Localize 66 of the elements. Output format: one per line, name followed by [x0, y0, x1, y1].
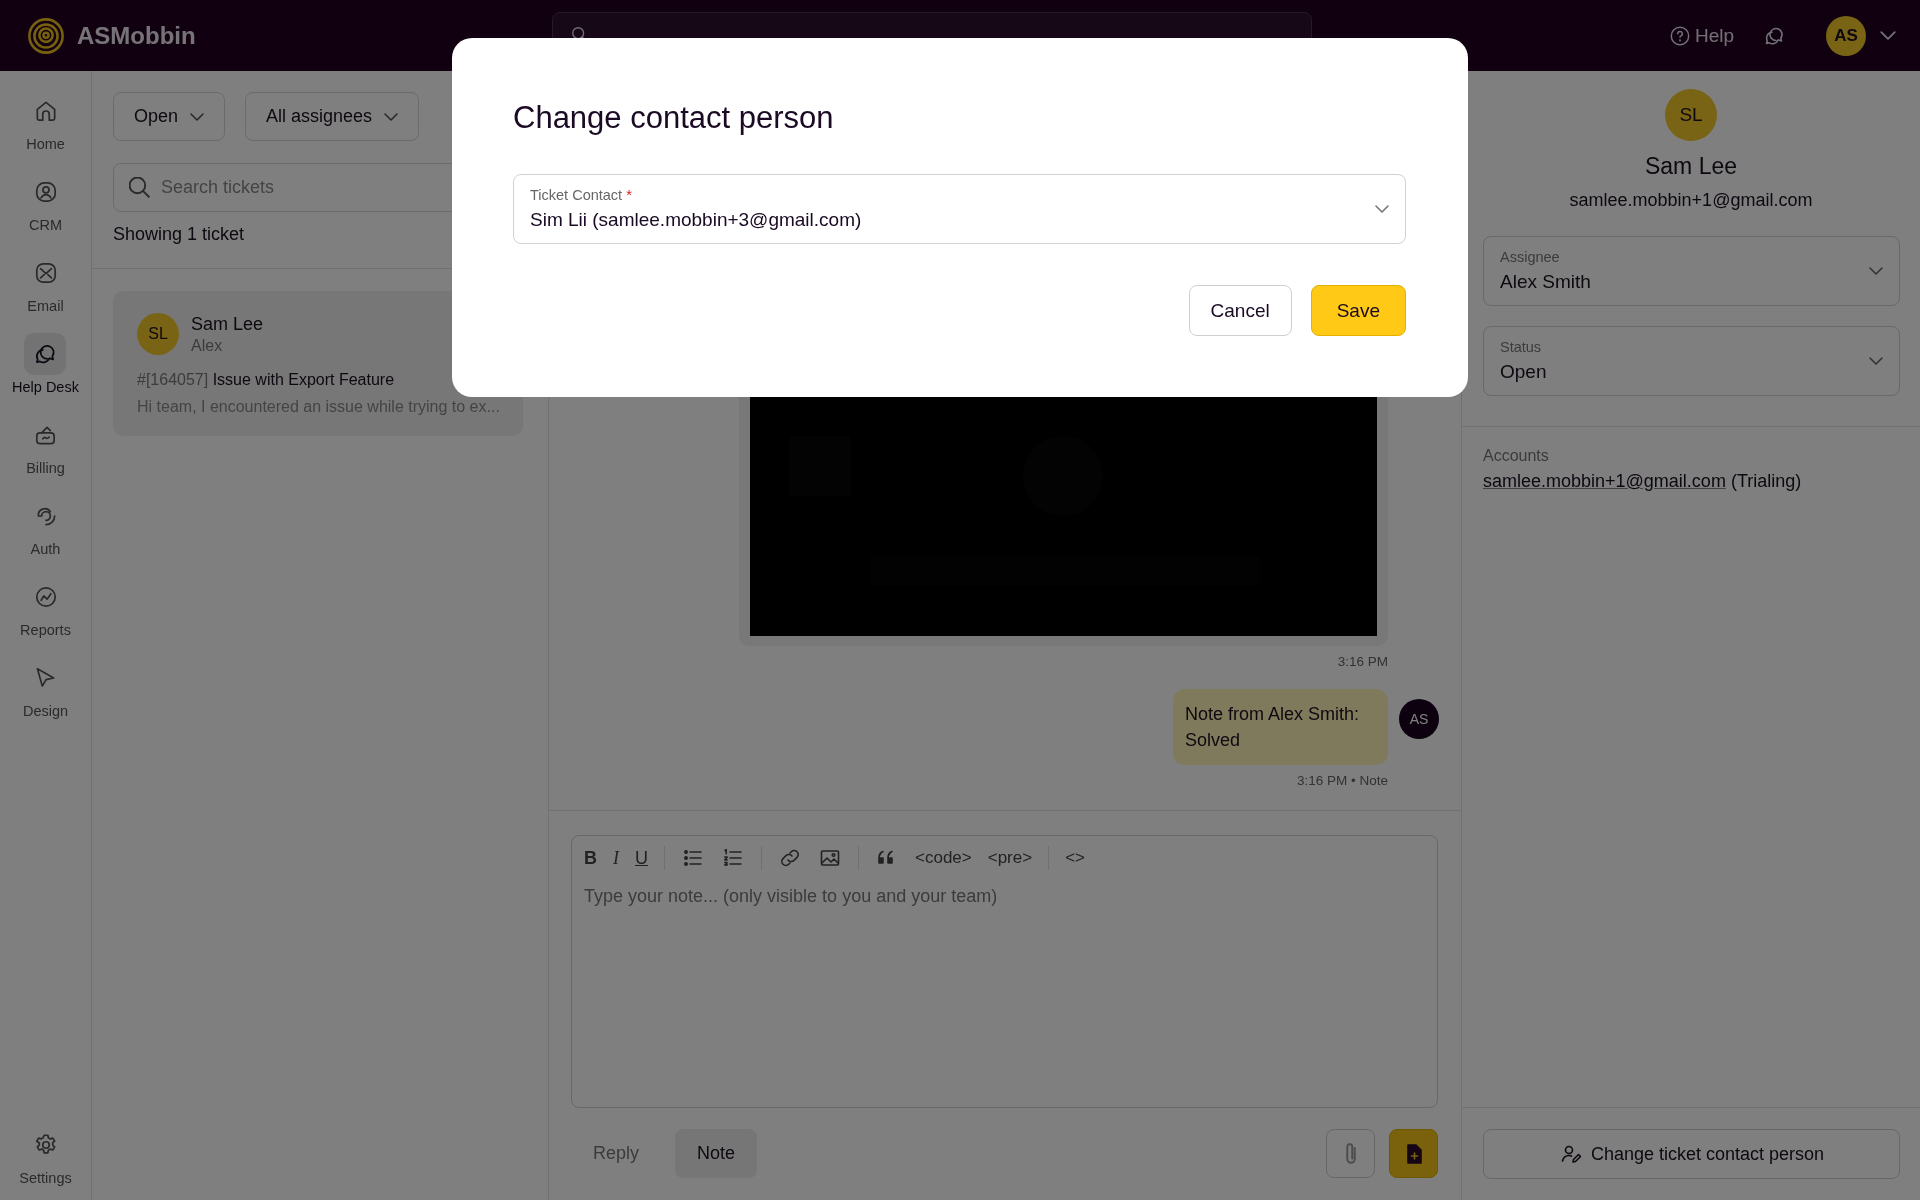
select-field[interactable]: Assignee Alex Smith [1483, 236, 1900, 306]
chevron-down-icon [384, 112, 399, 121]
nav-item[interactable]: Settings [19, 1124, 72, 1186]
italic-button[interactable]: I [613, 847, 619, 869]
message-time: 3:16 PM [1337, 654, 1388, 669]
app-name: ASMobbin [77, 21, 196, 50]
nav-item[interactable]: Home [24, 90, 67, 152]
change-contact-button[interactable]: Change ticket contact person [1483, 1129, 1900, 1179]
required-mark: * [626, 187, 632, 203]
account-link[interactable]: samlee.mobbin+1@gmail.com [1483, 471, 1726, 491]
chevron-down-icon [190, 112, 205, 121]
nav-item[interactable]: Billing [24, 414, 67, 476]
nav-item[interactable]: Reports [20, 576, 71, 638]
avatar: SL [1665, 89, 1717, 141]
contact-name: Sam Lee [1644, 153, 1738, 180]
note-editor[interactable]: B I U <code> <pre> <> Type your note... (only visible to you and your team) [571, 835, 1438, 1108]
field-label: Ticket Contact * [530, 187, 633, 203]
account-entry: samlee.mobbin+1@gmail.com (Trialing) [1483, 471, 1803, 492]
field-value: Alex Smith [1500, 271, 1592, 293]
mode-tab[interactable]: Note [675, 1129, 758, 1178]
field-label: Status [1500, 339, 1543, 355]
chevron-down-icon [1869, 357, 1883, 365]
nav-item[interactable]: Email [24, 252, 67, 314]
select-field[interactable]: Ticket Contact * Sim Lii (samlee.mobbin+3@gmail.com) [513, 174, 1406, 244]
add-note-button[interactable] [1389, 1129, 1438, 1178]
code-format-button[interactable]: <code> [915, 848, 972, 868]
user-avatar[interactable]: AS [1826, 15, 1866, 56]
help-icon [1668, 24, 1691, 47]
assignee-name: Alex [191, 336, 224, 355]
cancel-button[interactable]: Cancel [1188, 285, 1292, 336]
dialog-title: Change contact person [513, 99, 835, 137]
contact-name: Sam Lee [191, 313, 264, 335]
nav-item[interactable]: Auth [24, 495, 67, 557]
accounts-label: Accounts [1483, 447, 1550, 465]
contact-email: samlee.mobbin+1@gmail.com [1569, 190, 1813, 211]
bold-button[interactable]: B [584, 847, 597, 869]
save-button[interactable]: Save [1310, 285, 1406, 336]
field-label: Assignee [1500, 249, 1561, 265]
select-field[interactable]: Status Open [1483, 326, 1900, 396]
logo-icon [27, 16, 65, 55]
underline-button[interactable]: U [635, 847, 648, 869]
nav-item[interactable]: CRM [24, 171, 67, 233]
filter-dropdown[interactable]: All assignees [245, 92, 420, 141]
avatar: SL [137, 313, 179, 355]
ticket-number: #[164057] [137, 371, 209, 388]
message-time: 3:16 PM • Note [1296, 773, 1388, 788]
note-bubble: Note from Alex Smith: Solved [1173, 689, 1388, 765]
attach-button[interactable] [1326, 1129, 1375, 1178]
field-value: Sim Lii (samlee.mobbin+3@gmail.com) [530, 209, 863, 231]
code-format-button[interactable]: <> [1065, 848, 1086, 868]
avatar: AS [1399, 699, 1439, 739]
search-icon [129, 177, 150, 198]
chevron-down-icon[interactable] [1880, 31, 1896, 40]
mode-tab[interactable]: Reply [571, 1129, 662, 1178]
code-format-button[interactable]: <pre> [987, 848, 1033, 868]
ticket-count: Showing 1 ticket [113, 224, 245, 245]
filter-dropdown[interactable]: Open [113, 92, 226, 141]
ticket-subject: Issue with Export Feature [212, 371, 395, 388]
nav-item[interactable]: Help Desk [12, 333, 79, 395]
paperclip-icon [1345, 1143, 1356, 1164]
chevron-down-icon [1375, 205, 1389, 213]
chevron-down-icon [1869, 267, 1883, 275]
help-button[interactable]: Help [1668, 24, 1734, 47]
chat-bubbles-icon [24, 333, 67, 375]
field-value: Open [1500, 361, 1548, 383]
nav-item[interactable]: Design [22, 657, 69, 719]
